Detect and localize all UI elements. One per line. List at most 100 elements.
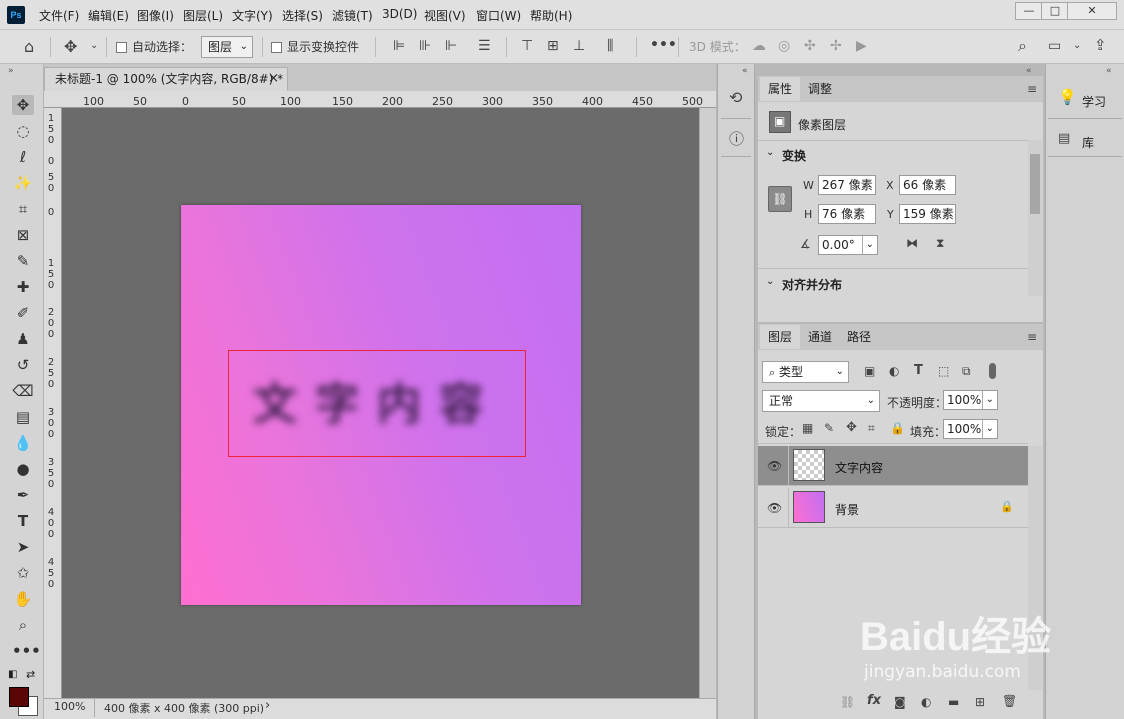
- filter-toggle[interactable]: [989, 363, 996, 379]
- chevron-down-icon[interactable]: ⌄: [1073, 41, 1081, 51]
- show-transform-checkbox[interactable]: [271, 42, 282, 53]
- library-icon[interactable]: ▤: [1058, 132, 1070, 145]
- align-right-icon[interactable]: ⊩: [445, 39, 457, 53]
- chevron-down-icon[interactable]: ⌄: [766, 276, 774, 287]
- opacity-field[interactable]: 100% ⌄: [943, 390, 998, 410]
- edit-toolbar-icon[interactable]: •••: [12, 641, 41, 661]
- chevron-down-icon[interactable]: ⌄: [766, 147, 774, 158]
- menu-3d[interactable]: 3D(D): [382, 7, 417, 21]
- lock-transparent-icon[interactable]: ▦: [802, 422, 813, 434]
- lock-icon[interactable]: 🔒: [1000, 500, 1014, 513]
- align-top-icon[interactable]: ⊤: [521, 39, 533, 53]
- y-field[interactable]: 159 像素: [899, 204, 956, 224]
- healing-brush-icon[interactable]: ✚: [12, 277, 34, 297]
- chevron-down-icon[interactable]: ⌄: [90, 41, 98, 51]
- distribute-horizontal-icon[interactable]: ⫼: [607, 39, 613, 53]
- angle-field[interactable]: 0.00° ⌄: [818, 235, 878, 255]
- align-bottom-icon[interactable]: ⊥: [573, 39, 585, 53]
- tab-layers[interactable]: 图层: [760, 325, 801, 349]
- workspace-icon[interactable]: ▭: [1048, 39, 1061, 53]
- history-brush-icon[interactable]: ↺: [12, 355, 34, 375]
- distribute-vertical-icon[interactable]: ☰: [478, 39, 491, 53]
- collapse-icon[interactable]: «: [1106, 66, 1112, 76]
- menu-layer[interactable]: 图层(L): [183, 7, 223, 24]
- eraser-icon[interactable]: ⌫: [12, 381, 34, 401]
- magic-wand-icon[interactable]: ✨: [12, 173, 34, 193]
- eye-icon[interactable]: 👁: [767, 501, 782, 515]
- menu-select[interactable]: 选择(S): [282, 7, 323, 24]
- panel-menu-icon[interactable]: ≡: [1027, 83, 1037, 95]
- filter-shape-icon[interactable]: ⬚: [938, 365, 949, 377]
- lock-pixels-icon[interactable]: ✎: [824, 422, 834, 434]
- properties-scrollbar[interactable]: [1028, 140, 1042, 296]
- lasso-tool-icon[interactable]: ℓ: [12, 147, 34, 167]
- layer-row[interactable]: 👁 背景 🔒: [758, 488, 1028, 528]
- search-icon[interactable]: ⌕: [1018, 38, 1027, 54]
- custom-shape-icon[interactable]: ✩: [12, 563, 34, 583]
- width-field[interactable]: 267 像素: [818, 175, 876, 195]
- move-tool-icon[interactable]: ✥: [64, 39, 77, 55]
- marquee-tool-icon[interactable]: ◌: [12, 121, 34, 141]
- tab-paths[interactable]: 路径: [839, 325, 879, 349]
- history-panel-icon[interactable]: ⟲: [729, 90, 742, 106]
- auto-select-dropdown[interactable]: 图层 ⌄: [201, 36, 253, 58]
- flip-horizontal-icon[interactable]: ⧓: [906, 237, 918, 249]
- menu-type[interactable]: 文字(Y): [232, 7, 273, 24]
- library-panel-label[interactable]: 库: [1082, 134, 1094, 151]
- clone-stamp-icon[interactable]: ♟: [12, 329, 34, 349]
- align-left-icon[interactable]: ⊫: [393, 39, 405, 53]
- move-tool-icon[interactable]: ✥: [12, 95, 34, 115]
- menu-edit[interactable]: 编辑(E): [88, 7, 129, 24]
- transform-section-title[interactable]: 变换: [782, 147, 806, 164]
- brush-tool-icon[interactable]: ✐: [12, 303, 34, 323]
- filter-type-icon[interactable]: T: [914, 364, 923, 377]
- align-middle-icon[interactable]: ⊞: [547, 39, 559, 53]
- layer-bounding-box[interactable]: [228, 350, 526, 457]
- scrollbar-thumb[interactable]: [1030, 154, 1040, 214]
- layer-name[interactable]: 背景: [835, 501, 859, 518]
- default-colors-icon[interactable]: ◧: [8, 669, 17, 680]
- blur-tool-icon[interactable]: 💧: [12, 433, 34, 453]
- panel-menu-icon[interactable]: ≡: [1027, 331, 1037, 343]
- info-panel-icon[interactable]: ⓘ: [729, 132, 744, 147]
- more-options-icon[interactable]: •••: [650, 38, 677, 52]
- collapse-icon[interactable]: «: [742, 66, 748, 76]
- zoom-tool-icon[interactable]: ⌕: [12, 615, 34, 635]
- document-tab[interactable]: 未标题-1 @ 100% (文字内容, RGB/8#) * ×: [44, 67, 288, 91]
- type-tool-icon[interactable]: T: [12, 511, 34, 531]
- gradient-tool-icon[interactable]: ▤: [12, 407, 34, 427]
- link-icon[interactable]: ⛓: [768, 186, 792, 212]
- frame-tool-icon[interactable]: ⊠: [12, 225, 34, 245]
- align-section-title[interactable]: 对齐并分布: [782, 276, 842, 293]
- eyedropper-icon[interactable]: ✎: [12, 251, 34, 271]
- menu-view[interactable]: 视图(V): [424, 7, 466, 24]
- tab-properties[interactable]: 属性: [760, 77, 801, 101]
- lock-position-icon[interactable]: ✥: [846, 421, 857, 434]
- menu-filter[interactable]: 滤镜(T): [332, 7, 373, 24]
- close-window-button[interactable]: ✕: [1067, 2, 1117, 20]
- menu-window[interactable]: 窗口(W): [476, 7, 521, 24]
- fill-field[interactable]: 100% ⌄: [943, 419, 998, 439]
- lock-all-icon[interactable]: 🔒: [890, 422, 905, 434]
- filter-smart-object-icon[interactable]: ⧉: [962, 365, 971, 377]
- height-field[interactable]: 76 像素: [818, 204, 876, 224]
- tab-adjustments[interactable]: 调整: [800, 77, 840, 101]
- menu-image[interactable]: 图像(I): [137, 7, 174, 24]
- blend-mode-dropdown[interactable]: 正常 ⌄: [762, 390, 880, 412]
- share-icon[interactable]: ⇪: [1094, 38, 1107, 53]
- status-menu-arrow[interactable]: ›: [265, 698, 270, 713]
- learn-panel-label[interactable]: 学习: [1082, 93, 1106, 110]
- filter-adjustment-icon[interactable]: ◐: [889, 365, 899, 377]
- layer-filter-dropdown[interactable]: ⌕ 类型 ⌄: [762, 361, 849, 383]
- vertical-scrollbar[interactable]: [699, 108, 716, 698]
- swap-colors-icon[interactable]: ⇄: [26, 668, 35, 681]
- zoom-level[interactable]: 100%: [54, 700, 85, 713]
- home-icon[interactable]: ⌂: [24, 39, 34, 55]
- dodge-tool-icon[interactable]: ●: [12, 459, 34, 479]
- restore-button[interactable]: □: [1041, 2, 1069, 20]
- flip-vertical-icon[interactable]: ⧗: [936, 237, 944, 249]
- layer-row[interactable]: 👁 文字内容: [758, 446, 1028, 486]
- align-center-icon[interactable]: ⊪: [419, 39, 431, 53]
- x-field[interactable]: 66 像素: [899, 175, 956, 195]
- menu-file[interactable]: 文件(F): [39, 7, 79, 24]
